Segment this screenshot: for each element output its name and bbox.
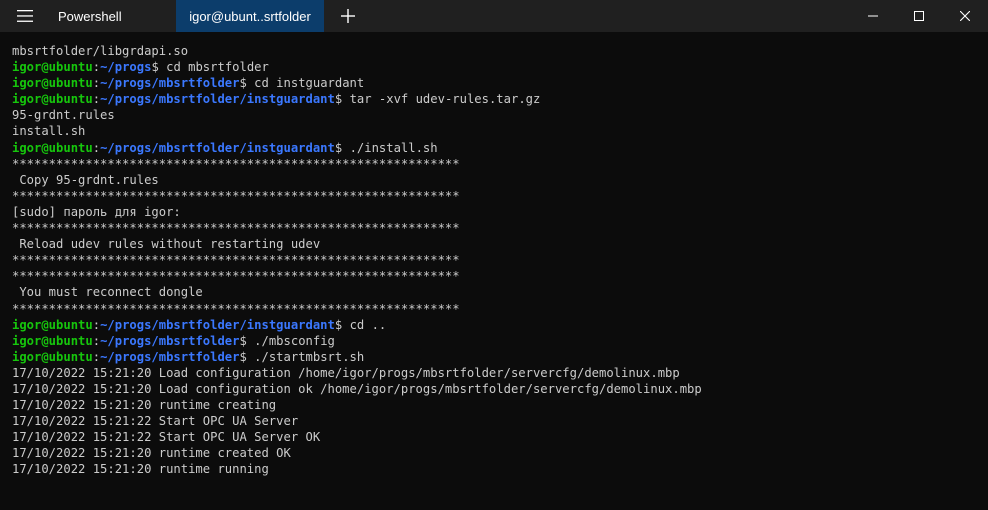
prompt-symbol: $ (334, 317, 350, 332)
command-text: cd mbsrtfolder (166, 60, 269, 75)
prompt-path: ~/progs/mbsrtfolder (100, 76, 240, 91)
command-text: ./startmbsrt.sh (254, 349, 365, 364)
output-line: Reload udev rules without restarting ude… (12, 237, 321, 252)
output-line: 17/10/2022 15:21:22 Start OPC UA Server … (12, 430, 321, 445)
prompt-symbol: $ (239, 76, 255, 91)
output-line: ****************************************… (12, 221, 460, 236)
output-line: 17/10/2022 15:21:22 Start OPC UA Server (12, 414, 299, 429)
output-line: ****************************************… (12, 269, 460, 284)
tab-label: Powershell (58, 8, 122, 24)
prompt-separator: : (92, 60, 101, 75)
prompt-line: igor@ubuntu:~/progs/mbsrtfolder$ cd inst… (12, 75, 988, 91)
prompt-symbol: $ (334, 140, 350, 155)
output-line: ****************************************… (12, 301, 460, 316)
prompt-path: ~/progs (100, 60, 152, 75)
prompt-user: igor@ubuntu (12, 140, 93, 155)
plus-icon (341, 9, 355, 23)
output-line: 17/10/2022 15:21:20 Load configuration /… (12, 365, 680, 380)
prompt-separator: : (92, 317, 101, 332)
prompt-line: igor@ubuntu:~/progs$ cd mbsrtfolder (12, 59, 988, 75)
prompt-symbol: $ (239, 333, 255, 348)
prompt-separator: : (92, 92, 101, 107)
close-icon (960, 11, 970, 21)
minimize-button[interactable] (850, 0, 896, 32)
hamburger-menu-icon[interactable] (0, 0, 50, 32)
prompt-symbol: $ (239, 349, 255, 364)
prompt-path: ~/progs/mbsrtfolder/instguardant (100, 140, 335, 155)
prompt-user: igor@ubuntu (12, 92, 93, 107)
prompt-user: igor@ubuntu (12, 60, 93, 75)
output-line: [sudo] пароль для igor: (12, 204, 181, 219)
output-line: ****************************************… (12, 253, 460, 268)
output-line: 17/10/2022 15:21:20 runtime creating (12, 398, 277, 413)
prompt-symbol: $ (151, 60, 167, 75)
output-line: install.sh (12, 124, 86, 139)
output-line: mbsrtfolder/libgrdapi.so (12, 44, 189, 58)
prompt-separator: : (92, 140, 101, 155)
prompt-separator: : (92, 349, 101, 364)
output-line: 95-grdnt.rules (12, 108, 115, 123)
output-line: 17/10/2022 15:21:20 runtime created OK (12, 446, 291, 461)
prompt-user: igor@ubuntu (12, 317, 93, 332)
prompt-separator: : (92, 333, 101, 348)
command-text: ./install.sh (349, 140, 438, 155)
command-text: cd instguardant (254, 76, 365, 91)
terminal-output[interactable]: mbsrtfolder/libgrdapi.so igor@ubuntu:~/pr… (0, 32, 988, 510)
output-line: 17/10/2022 15:21:20 runtime running (12, 462, 269, 477)
tab-powershell[interactable]: Powershell (50, 0, 176, 32)
prompt-path: ~/progs/mbsrtfolder (100, 349, 240, 364)
tab-ubuntu-terminal[interactable]: igor@ubunt..srtfolder (176, 0, 324, 32)
close-button[interactable] (942, 0, 988, 32)
output-line: You must reconnect dongle (12, 285, 203, 300)
command-text: tar -xvf udev-rules.tar.gz (349, 92, 541, 107)
prompt-path: ~/progs/mbsrtfolder (100, 333, 240, 348)
prompt-symbol: $ (334, 92, 350, 107)
prompt-line: igor@ubuntu:~/progs/mbsrtfolder/instguar… (12, 317, 988, 333)
output-line: 17/10/2022 15:21:20 Load configuration o… (12, 381, 702, 396)
prompt-line: igor@ubuntu:~/progs/mbsrtfolder$ ./mbsco… (12, 333, 988, 349)
prompt-user: igor@ubuntu (12, 333, 93, 348)
tab-label: igor@ubunt..srtfolder (189, 8, 311, 24)
prompt-user: igor@ubuntu (12, 349, 93, 364)
output-line: ****************************************… (12, 188, 460, 203)
prompt-path: ~/progs/mbsrtfolder/instguardant (100, 317, 335, 332)
command-text: cd .. (349, 317, 387, 332)
new-tab-button[interactable] (324, 0, 372, 32)
output-line: Copy 95-grdnt.rules (12, 172, 159, 187)
title-bar: Powershell igor@ubunt..srtfolder (0, 0, 988, 32)
maximize-icon (914, 11, 924, 21)
prompt-path: ~/progs/mbsrtfolder/instguardant (100, 92, 335, 107)
window-controls (850, 0, 988, 32)
prompt-user: igor@ubuntu (12, 76, 93, 91)
prompt-line: igor@ubuntu:~/progs/mbsrtfolder$ ./start… (12, 349, 988, 365)
prompt-separator: : (92, 76, 101, 91)
prompt-line: igor@ubuntu:~/progs/mbsrtfolder/instguar… (12, 140, 988, 156)
minimize-icon (868, 15, 878, 17)
output-line: ****************************************… (12, 156, 460, 171)
prompt-line: igor@ubuntu:~/progs/mbsrtfolder/instguar… (12, 91, 988, 107)
command-text: ./mbsconfig (254, 333, 335, 348)
maximize-button[interactable] (896, 0, 942, 32)
